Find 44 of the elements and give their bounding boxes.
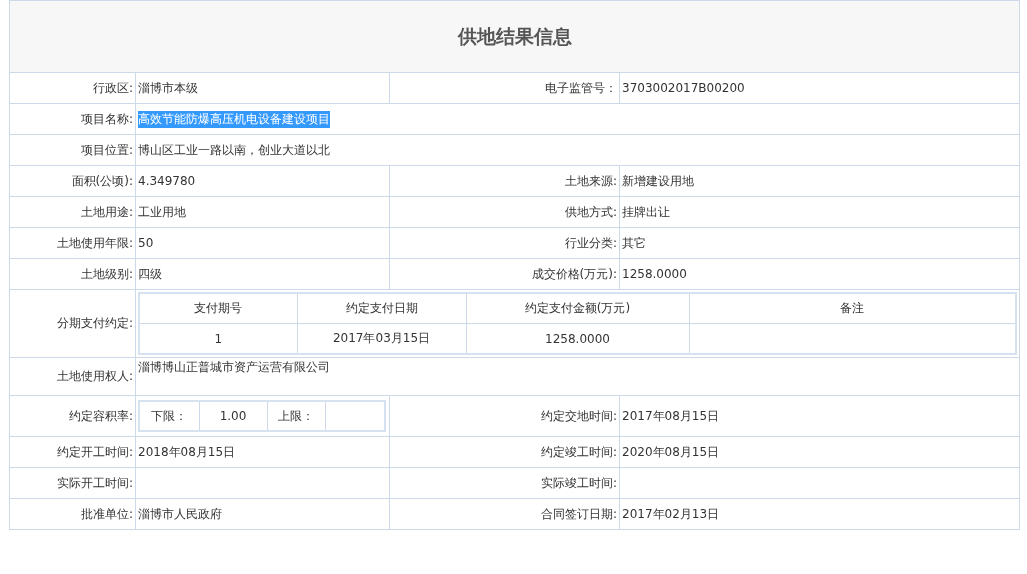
field-label: 成交价格(万元):	[389, 258, 620, 290]
column-header: 约定支付金额(万元)	[466, 293, 689, 324]
field-value: 四级	[135, 258, 390, 290]
field-value: 2017年08月15日	[619, 395, 1020, 437]
field-label: 土地使用年限:	[9, 227, 136, 259]
field-value: 2018年08月15日	[135, 436, 390, 468]
field-label: 面积(公顷):	[9, 165, 136, 197]
field-value: 博山区工业一路以南，创业大道以北	[138, 141, 330, 159]
field-value: 高效节能防爆高压机电设备建设项目	[138, 110, 330, 128]
field-label: 约定交地时间:	[389, 395, 620, 437]
page-title: 供地结果信息	[457, 23, 572, 49]
field-value: 1258.0000	[619, 258, 1020, 290]
field-value: 挂牌出让	[619, 196, 1020, 228]
field-value: 2017年02月13日	[619, 498, 1020, 530]
field-value: 淄博博山正普城市资产运营有限公司	[138, 359, 330, 376]
field-label: 实际开工时间:	[9, 467, 136, 499]
field-label: 约定竣工时间:	[389, 436, 620, 468]
field-label: 行业分类:	[389, 227, 620, 259]
field-label: 土地来源:	[389, 165, 620, 197]
field-value: 淄博市人民政府	[135, 498, 390, 530]
field-label: 项目位置:	[9, 134, 136, 166]
field-value: 其它	[619, 227, 1020, 259]
field-label: 约定开工时间:	[9, 436, 136, 468]
field-label: 土地用途:	[9, 196, 136, 228]
field-label: 行政区:	[9, 72, 136, 104]
field-value: 50	[135, 227, 390, 259]
field-label: 项目名称:	[9, 103, 136, 135]
column-header: 支付期号	[139, 293, 297, 324]
field-label: 供地方式:	[389, 196, 620, 228]
field-value: 淄博市本级	[135, 72, 390, 104]
field-value: 3703002017B00200	[619, 72, 1020, 104]
field-label: 电子监管号：	[389, 72, 620, 104]
field-label: 土地使用权人:	[9, 357, 136, 396]
field-value: 4.349780	[135, 165, 390, 197]
field-label: 分期支付约定:	[9, 289, 136, 358]
field-label: 合同签订日期:	[389, 498, 620, 530]
field-value: 工业用地	[135, 196, 390, 228]
field-label: 约定容积率:	[9, 395, 136, 437]
field-value: 2020年08月15日	[619, 436, 1020, 468]
field-label: 批准单位:	[9, 498, 136, 530]
field-label: 实际竣工时间:	[389, 467, 620, 499]
field-value: 新增建设用地	[619, 165, 1020, 197]
column-header: 约定支付日期	[297, 293, 466, 324]
field-label: 土地级别:	[9, 258, 136, 290]
